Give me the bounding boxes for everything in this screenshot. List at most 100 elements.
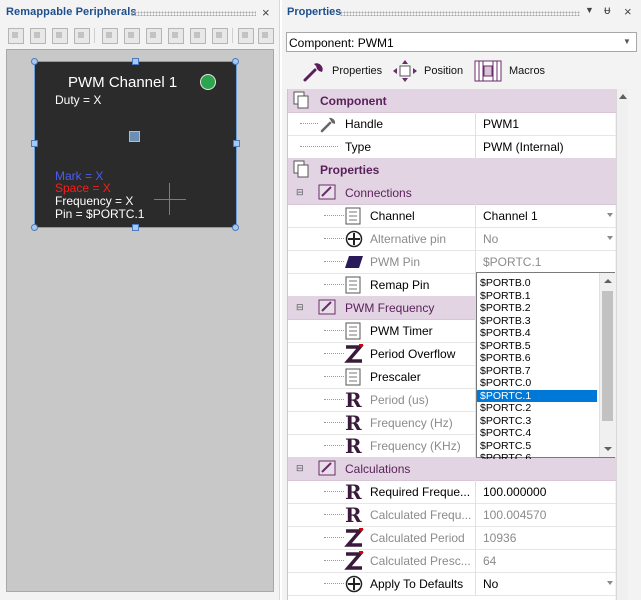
resize-handle-bottom-right[interactable] [232, 224, 239, 231]
row-pwm-pin[interactable]: PWM Pin $PORTC.1 [288, 250, 616, 274]
remap-pin-options: $PORTB.0 $PORTB.1 $PORTB.2 $PORTB.3 $PORTB.4… [477, 273, 599, 459]
row-handle[interactable]: Handle PWM1 [288, 112, 616, 136]
category-properties[interactable]: Properties [288, 158, 616, 182]
pwm-pin-value-text: $PORTC.1 [483, 255, 542, 269]
resize-handle-left[interactable] [31, 140, 38, 147]
apply-to-defaults-value-text: No [483, 577, 499, 591]
properties-group-icon [318, 460, 336, 476]
dropdown-scrollbar[interactable] [599, 273, 616, 457]
scroll-thumb[interactable] [602, 291, 613, 421]
resize-handle-right[interactable] [233, 140, 240, 147]
row-alternative-pin[interactable]: Alternative pin No [288, 227, 616, 251]
remap-pin-option[interactable]: $PORTB.7 [477, 365, 597, 377]
remap-pin-option[interactable]: $PORTB.3 [477, 315, 597, 327]
chevron-down-icon[interactable] [607, 236, 613, 240]
align-center-icon[interactable] [30, 28, 46, 44]
titlebar-grip [340, 11, 580, 16]
z-variable-icon [344, 551, 364, 570]
pin-icon[interactable]: ᵾ [604, 3, 611, 17]
pwm-channel-component[interactable]: PWM Channel 1 Duty = X Mark = X Space = … [34, 61, 237, 228]
row-calculated-prescaler[interactable]: Calculated Presc... 64 [288, 549, 616, 573]
remap-pin-option[interactable]: $PORTC.0 [477, 377, 597, 389]
remap-pin-option[interactable]: $PORTC.5 [477, 440, 597, 452]
row-handle-value[interactable]: PWM1 [475, 112, 617, 135]
remap-pin-option[interactable]: $PORTC.1 [477, 389, 597, 402]
distribute-vertical-icon[interactable] [146, 28, 162, 44]
align-right-icon[interactable] [52, 28, 68, 44]
align-middle-icon[interactable] [102, 28, 118, 44]
resize-handle-top[interactable] [132, 58, 139, 65]
collapse-icon[interactable]: ⊟ [296, 302, 304, 313]
resize-handle-top-left[interactable] [31, 58, 38, 65]
collapse-icon[interactable]: ⊟ [296, 187, 304, 198]
group-connections[interactable]: ⊟ Connections [288, 181, 616, 205]
align-top-icon[interactable] [74, 28, 90, 44]
remap-pin-option[interactable]: $PORTC.3 [477, 415, 597, 427]
row-type[interactable]: Type PWM (Internal) [288, 135, 616, 159]
pwm-duty-label: Duty = X [55, 93, 102, 107]
resize-handle-bottom[interactable] [132, 224, 139, 231]
resize-handle-top-right[interactable] [232, 58, 239, 65]
remap-pin-option[interactable]: $PORTB.6 [477, 352, 597, 364]
alternative-pin-select[interactable]: No [475, 227, 617, 250]
remap-pin-option[interactable]: $PORTC.2 [477, 402, 597, 414]
component-center-handle[interactable] [129, 131, 140, 142]
calculated-period-value: 10936 [475, 526, 617, 549]
remap-pin-option[interactable]: $PORTB.2 [477, 302, 597, 314]
tab-properties[interactable]: Properties [302, 59, 382, 83]
row-calculated-period-label: Calculated Period [370, 531, 465, 545]
tree-line [324, 215, 344, 217]
remap-pin-option[interactable]: $PORTC.4 [477, 427, 597, 439]
tree-line [324, 537, 344, 539]
alternative-pin-value-text: No [483, 232, 499, 246]
distribute-horizontal-icon[interactable] [168, 28, 184, 44]
same-width-icon[interactable] [190, 28, 206, 44]
wrench-icon [320, 117, 336, 133]
remap-pin-dropdown[interactable]: $PORTB.0 $PORTB.1 $PORTB.2 $PORTB.3 $PORTB.4… [476, 272, 616, 459]
same-height-icon[interactable] [212, 28, 228, 44]
properties-close-button[interactable]: × [624, 4, 632, 19]
required-frequency-input[interactable]: 100.000000 [475, 480, 617, 503]
chevron-down-icon[interactable] [607, 213, 613, 217]
chevron-down-icon[interactable]: ▼ [620, 35, 634, 49]
r-variable-icon: R [345, 434, 362, 458]
panel-menu-chevron-icon[interactable]: ▼ [585, 5, 594, 15]
tab-macros[interactable]: Macros [473, 59, 545, 83]
scroll-up-icon[interactable] [619, 94, 627, 99]
category-component[interactable]: Component [288, 89, 616, 113]
component-select[interactable]: Component: PWM1 ▼ [286, 32, 637, 52]
row-calculated-frequency[interactable]: R Calculated Frequ... 100.004570 [288, 503, 616, 527]
chevron-down-icon[interactable] [607, 581, 613, 585]
remap-pin-option[interactable]: $PORTB.1 [477, 290, 597, 302]
remap-pin-option[interactable]: $PORTB.0 [477, 277, 597, 289]
row-channel[interactable]: Channel Channel 1 [288, 204, 616, 228]
group-calculations[interactable]: ⊟ Calculations [288, 457, 616, 481]
remap-pin-option[interactable]: $PORTB.5 [477, 340, 597, 352]
channel-select[interactable]: Channel 1 [475, 204, 617, 227]
row-type-label: Type [345, 140, 372, 154]
row-apply-to-defaults[interactable]: Apply To Defaults No [288, 572, 616, 596]
apply-to-defaults-select[interactable]: No [475, 572, 617, 595]
row-calculated-frequency-label: Calculated Frequ... [370, 508, 472, 522]
tab-position[interactable]: Position [392, 59, 463, 83]
row-calculated-period[interactable]: Calculated Period 10936 [288, 526, 616, 550]
remap-pin-option[interactable]: $PORTB.4 [477, 327, 597, 339]
row-required-frequency[interactable]: R Required Freque... 100.000000 [288, 480, 616, 504]
property-grid-scrollbar[interactable] [616, 89, 628, 600]
remap-pin-option[interactable]: $PORTC.6 [477, 452, 597, 459]
align-left-icon[interactable] [8, 28, 24, 44]
snap-grid-icon[interactable] [238, 28, 254, 44]
zoom-fit-icon[interactable] [258, 28, 274, 44]
resize-handle-bottom-left[interactable] [31, 224, 38, 231]
r-variable-icon: R [345, 411, 362, 435]
toolbar-separator [94, 28, 95, 43]
row-period-us-label: Period (us) [370, 393, 429, 407]
scroll-up-icon[interactable] [604, 279, 612, 283]
collapse-icon[interactable]: ⊟ [296, 463, 304, 474]
tree-line [324, 583, 344, 585]
type-value-text: PWM (Internal) [483, 140, 564, 154]
align-bottom-icon[interactable] [124, 28, 140, 44]
scroll-down-icon[interactable] [604, 447, 612, 451]
left-panel-close-button[interactable]: × [262, 5, 270, 20]
tree-line [300, 146, 338, 148]
